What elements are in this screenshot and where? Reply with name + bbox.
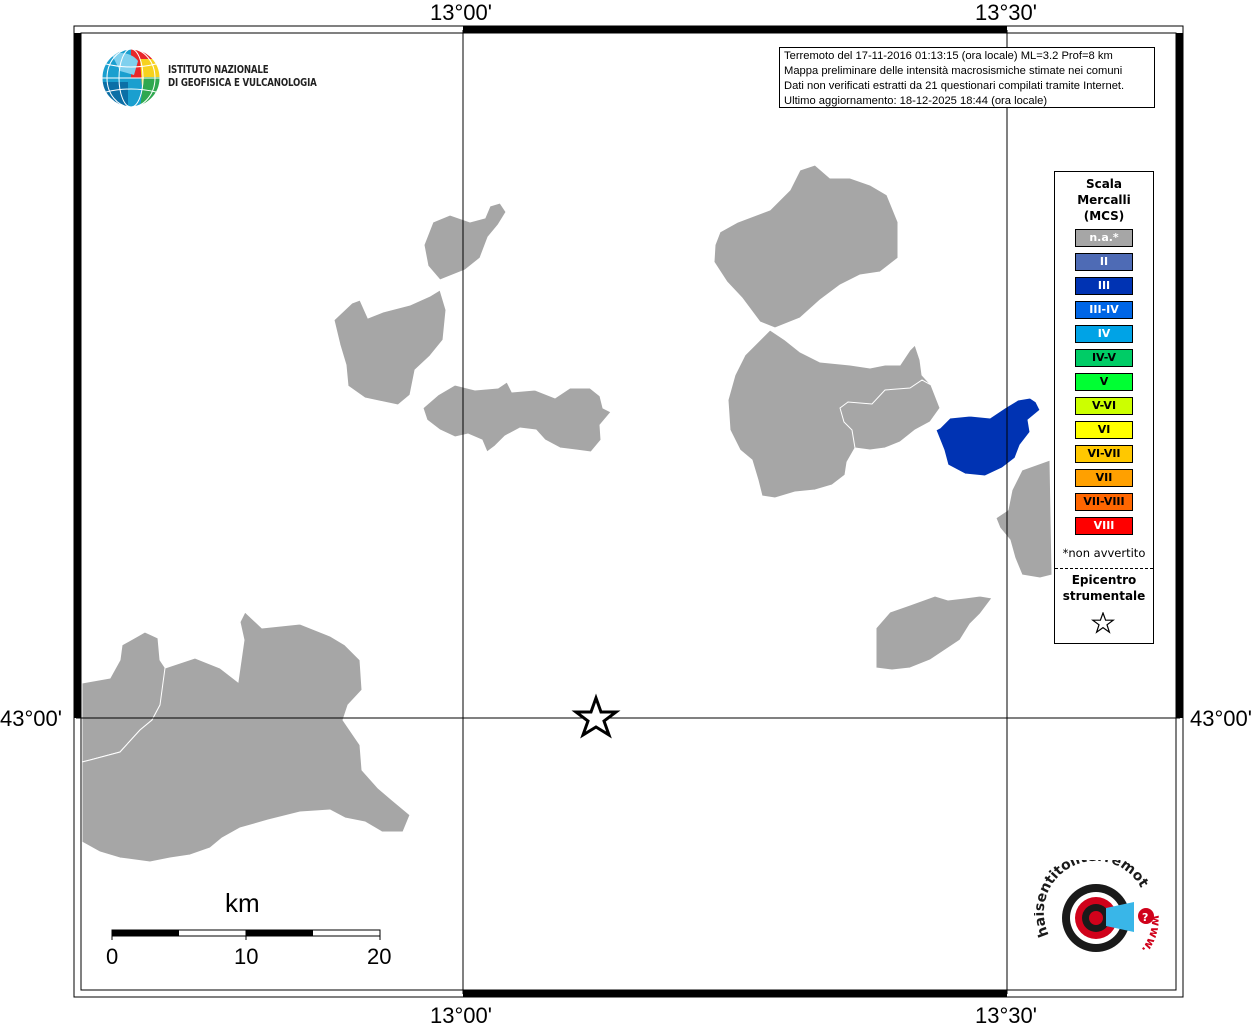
event-info-box: Terremoto del 17-11-2016 01:13:15 (ora l… (779, 47, 1155, 108)
hsit-logo[interactable]: ? haisentitoilterremoto.it www. (1034, 860, 1164, 975)
epicenter-star-icon[interactable] (571, 693, 621, 739)
legend-swatch: IV (1075, 325, 1133, 343)
right-axis-label: 43°00' (1190, 706, 1252, 731)
top-axis-label-2: 13°30' (975, 0, 1037, 25)
scale-tick-label: 20 (367, 944, 392, 969)
legend-title-line: Mercalli (1077, 193, 1131, 207)
event-info-line: Mappa preliminare delle intensità macros… (784, 65, 1123, 77)
municipalities-na (81, 164, 1053, 863)
ingv-name-line2: DI GEOFISICA E VULCANOLOGIA (168, 77, 317, 89)
legend-title: Scala Mercalli (MCS) (1055, 176, 1153, 224)
legend-swatch: III (1075, 277, 1133, 295)
municipality-polygon[interactable] (422, 381, 612, 453)
legend-swatch: V-VI (1075, 397, 1133, 415)
legend-epicenter-line: Epicentro (1071, 573, 1137, 587)
top-axis-label-1: 13°00' (430, 0, 492, 25)
bottom-axis-label-1: 13°00' (430, 1003, 492, 1028)
legend-swatch: VI (1075, 421, 1133, 439)
legend-swatch: VI-VII (1075, 445, 1133, 463)
scale-tick-label: 10 (234, 944, 259, 969)
legend-swatch: V (1075, 373, 1133, 391)
municipality-polygon[interactable] (713, 164, 899, 329)
legend-star-icon (1091, 612, 1115, 634)
globe-icon (101, 48, 161, 108)
municipality-intensity-iii[interactable] (935, 397, 1041, 477)
legend-swatch: n.a.* (1075, 229, 1133, 247)
legend-footnote: *non avvertito (1062, 546, 1146, 560)
mcs-legend: Scala Mercalli (MCS) n.a.* II III III-IV IV I… (1054, 171, 1154, 644)
legend-swatch: IV-V (1075, 349, 1133, 367)
legend-swatch: II (1075, 253, 1133, 271)
municipality-polygon[interactable] (995, 459, 1053, 579)
legend-title-line: Scala (1085, 177, 1123, 191)
ingv-name-line1: ISTITUTO NAZIONALE (168, 64, 269, 76)
legend-swatch: III-IV (1075, 301, 1133, 319)
bottom-axis-label-2: 13°30' (975, 1003, 1037, 1028)
legend-swatch: VII (1075, 469, 1133, 487)
scale-bar-unit: km (225, 888, 260, 918)
scale-tick-label: 0 (106, 944, 119, 969)
legend-title-line: (MCS) (1083, 209, 1125, 223)
municipality-polygon[interactable] (423, 202, 507, 281)
legend-epicenter-title: Epicentro strumentale (1055, 572, 1153, 604)
legend-divider (1055, 568, 1153, 569)
municipality-polygon[interactable] (875, 595, 993, 671)
municipality-polygon[interactable] (333, 289, 447, 406)
left-axis-label: 43°00' (0, 706, 62, 731)
event-info-line: Terremoto del 17-11-2016 01:13:15 (ora l… (784, 50, 1113, 62)
ingv-name: ISTITUTO NAZIONALE DI GEOFISICA E VULCAN… (168, 64, 317, 90)
legend-epicenter-line: strumentale (1062, 589, 1146, 603)
question-icon: ? (1142, 911, 1148, 924)
scale-bar (111, 929, 381, 940)
legend-swatch: VIII (1075, 517, 1133, 535)
legend-swatch: VII-VIII (1075, 493, 1133, 511)
event-info-line: Dati non verificati estratti da 21 quest… (784, 80, 1125, 92)
event-info-line: Ultimo aggiornamento: 18-12-2025 18:44 (… (784, 95, 1048, 107)
